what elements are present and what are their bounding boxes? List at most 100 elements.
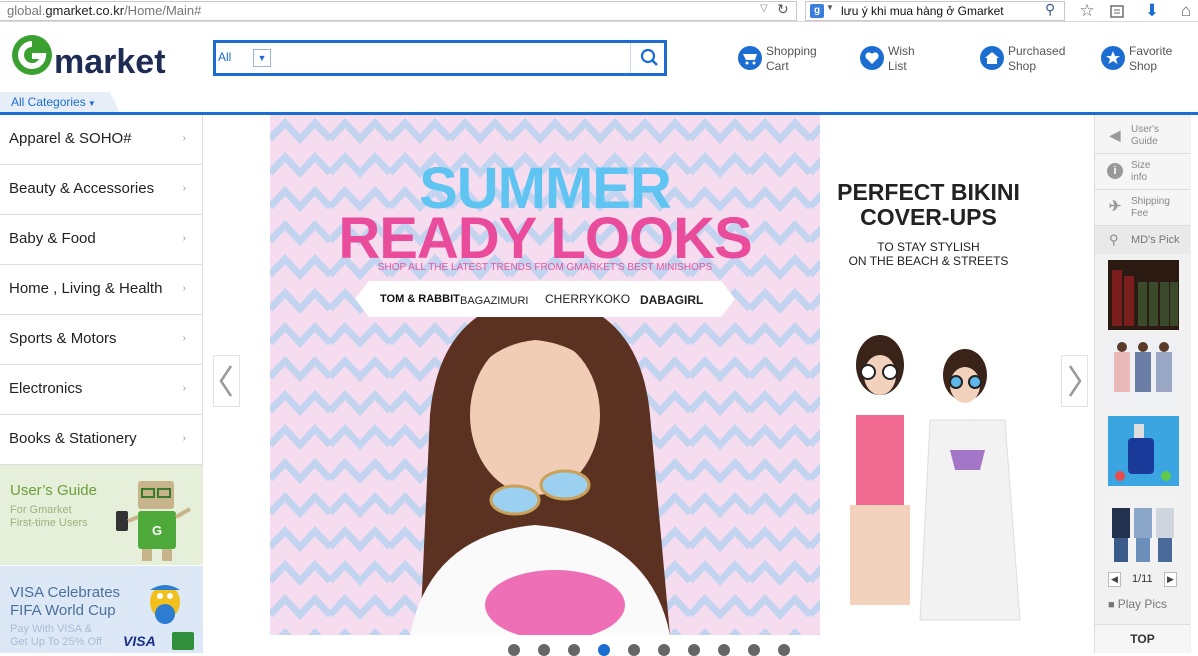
play-pics-label: Play Pics [1117,597,1168,611]
carousel-dot[interactable] [658,644,670,656]
search-icon: ⚲ [1109,232,1119,247]
md-pick-pager: 1/11 [1132,573,1153,585]
banner-tagline: SHOP ALL THE LATEST TRENDS FROM GMARKET'… [377,262,713,273]
chevron-right-icon: › [182,133,186,144]
guide-promo-title: User’s Guide [10,482,97,499]
shopping-cart-label: Shopping Cart [766,44,817,73]
gmarket-logo[interactable]: market [10,32,190,81]
brasil-2014-logo [172,632,194,650]
category-label: Electronics [9,380,83,397]
category-electronics[interactable]: Electronics › [0,365,203,415]
airplane-icon: ✈ [1108,198,1122,215]
carousel-dot[interactable] [538,644,550,656]
banner-right-subtitle-line2: ON THE BEACH & STREETS [848,254,1009,268]
url-domain: gmarket.co.kr [45,3,125,18]
url-path: /Home/Main# [124,3,202,18]
carousel-dot[interactable] [628,644,640,656]
chevron-down-icon: ▼ [85,99,96,108]
visa-promo-subtitle: Pay With VISA & Get Up To 25% Off [10,623,102,648]
category-beauty[interactable]: Beauty & Accessories › [0,165,203,215]
category-apparel[interactable]: Apparel & SOHO# › [0,115,203,165]
rail-label: Size info [1131,160,1151,183]
bookmark-star-icon[interactable]: ☆ [1076,0,1098,21]
chevron-right-icon: › [182,283,186,294]
search-input[interactable] [276,45,626,71]
search-category-label[interactable]: All [218,50,231,64]
search-engine-caret-icon[interactable]: ▼ [826,3,834,12]
banner-left-panel[interactable]: SUMMER READY LOOKS SHOP ALL THE LATEST T… [270,115,820,635]
chevron-down-icon[interactable]: ▼ [253,49,271,67]
md-pick-prev-button[interactable]: ◀ [1108,572,1121,587]
md-pick-thumb-fashion[interactable] [1108,338,1179,408]
all-categories-label: All Categories [11,95,86,109]
rail-shipping-fee[interactable]: ✈ Shipping Fee [1095,190,1190,226]
speaker-icon: ◀ [1109,127,1121,143]
browser-search-query: lưu ý khi mua hàng ở Gmarket [841,4,1004,18]
svg-text:G: G [152,523,162,538]
chevron-right-icon: › [182,383,186,394]
search-icon [640,48,658,66]
carousel-dot[interactable] [508,644,520,656]
search-icon[interactable]: ⚲ [1045,1,1055,18]
brand-tom-rabbit: TOM & RABBIT [380,293,460,305]
rail-size-info[interactable]: i Size info [1095,154,1190,190]
banner-right-panel[interactable]: PERFECT BIKINI COVER-UPS TO STAY STYLISH… [820,115,1037,635]
guide-promo-subtitle: For Gmarket First-time Users [10,504,88,529]
top-button[interactable]: TOP [1095,624,1190,653]
heart-icon [860,46,884,70]
md-pick-thumb-haircare[interactable] [1108,260,1179,330]
brand-cherrykoko: CHERRYKOKO [545,292,631,306]
brand-bagazimuri: BAGAZIMURI [460,295,529,307]
chevron-right-icon [1068,365,1082,397]
brand-dabagirl: DABAGIRL [640,293,704,307]
banner-right-title-line1: PERFECT BIKINI [837,179,1020,205]
address-bar[interactable]: global.gmarket.co.kr/Home/Main# [0,1,797,21]
reload-icon[interactable]: ↻ [777,1,789,18]
md-pick-thumb-menswear[interactable] [1108,494,1179,564]
reading-list-icon[interactable] [1106,0,1128,24]
banner-next-button[interactable] [1061,355,1088,407]
url-dropdown-icon[interactable]: ▽ [760,3,768,14]
rail-label: User's Guide [1131,124,1160,147]
banner-prev-button[interactable] [213,355,240,407]
cart-icon [738,46,762,70]
category-label: Sports & Motors [9,330,117,347]
category-home-living[interactable]: Home , Living & Health › [0,265,203,315]
rail-label: Shipping Fee [1131,196,1170,219]
carousel-dot[interactable] [718,644,730,656]
category-label: Beauty & Accessories [9,180,155,197]
category-label: Home , Living & Health [9,280,163,297]
md-pick-label: MD's Pick [1131,234,1180,246]
md-pick-next-button[interactable]: ▶ [1164,572,1177,587]
bikini-models-illustration [850,335,1021,621]
search-button[interactable] [636,43,664,73]
category-label: Books & Stationery [9,430,137,447]
purchased-shop-label: Purchased Shop [1008,44,1066,73]
chevron-right-icon: › [182,333,186,344]
browser-search-input[interactable]: lưu ý khi mua hàng ở Gmarket [805,1,1065,21]
guide-mascot-illustration: G [112,475,197,563]
google-icon[interactable]: g [810,4,824,18]
carousel-dot[interactable] [568,644,580,656]
category-books[interactable]: Books & Stationery › [0,415,203,465]
chevron-right-icon: › [182,183,186,194]
wish-list-label: Wish List [888,44,915,73]
camera-icon: ■ [1108,599,1118,611]
play-pics-button[interactable]: ■ Play Pics [1108,597,1167,611]
chevron-right-icon: › [182,233,186,244]
carousel-dot-active[interactable] [598,644,610,656]
carousel-dot[interactable] [748,644,760,656]
download-icon[interactable]: ⬇ [1141,0,1163,21]
home-icon[interactable]: ⌂ [1175,0,1197,21]
category-baby-food[interactable]: Baby & Food › [0,215,203,265]
category-sports[interactable]: Sports & Motors › [0,315,203,365]
md-pick-thumb-serum[interactable] [1108,416,1179,486]
all-categories-button[interactable]: All Categories ▼ [11,95,96,109]
carousel-dot[interactable] [778,644,790,656]
chevron-right-icon: › [182,433,186,444]
category-label: Baby & Food [9,230,96,247]
visa-promo-title: VISA Celebrates FIFA World Cup [10,584,121,619]
carousel-dot[interactable] [688,644,700,656]
search-divider [630,43,631,73]
rail-users-guide[interactable]: ◀ User's Guide [1095,118,1190,154]
